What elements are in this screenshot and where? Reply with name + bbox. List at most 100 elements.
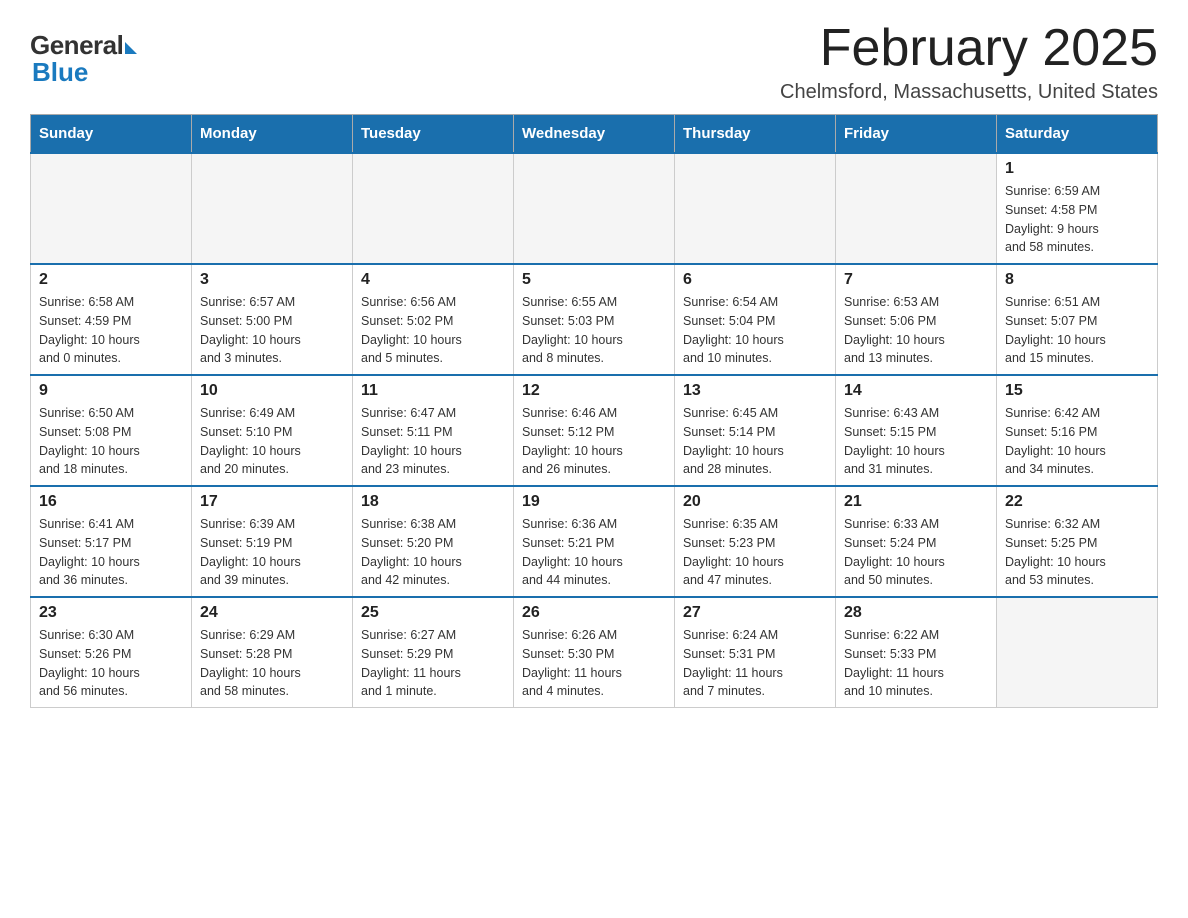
calendar-cell: 28Sunrise: 6:22 AM Sunset: 5:33 PM Dayli…: [836, 597, 997, 708]
day-info: Sunrise: 6:35 AM Sunset: 5:23 PM Dayligh…: [683, 515, 827, 590]
day-number: 6: [683, 271, 827, 289]
week-row-4: 16 Sunrise: 6:41 AM Sunset: 5:17 PM Dayli…: [31, 486, 1158, 597]
day-number: 2: [39, 271, 183, 289]
calendar-cell: 23Sunrise: 6:30 AM Sunset: 5:26 PM Dayli…: [31, 597, 192, 708]
day-number: 17: [200, 493, 344, 511]
day-number: 25: [361, 604, 505, 622]
day-info: Sunrise: 6:59 AM Sunset: 4:58 PM Dayligh…: [1005, 182, 1149, 257]
month-title: February 2025: [780, 20, 1158, 77]
day-number: 12: [522, 382, 666, 400]
day-info: Sunrise: 6:30 AM Sunset: 5:26 PM Dayligh…: [39, 626, 183, 701]
day-number: 10: [200, 382, 344, 400]
calendar-cell: 20 Sunrise: 6:35 AM Sunset: 5:23 PM Dayli…: [675, 486, 836, 597]
weekday-header-wednesday: Wednesday: [514, 115, 675, 154]
day-number: 16: [39, 493, 183, 511]
calendar-cell: 1 Sunrise: 6:59 AM Sunset: 4:58 PM Daylig…: [997, 153, 1158, 264]
day-info: Sunrise: 6:50 AM Sunset: 5:08 PM Dayligh…: [39, 404, 183, 479]
logo-arrow-icon: [125, 42, 137, 54]
day-info: Sunrise: 6:33 AM Sunset: 5:24 PM Dayligh…: [844, 515, 988, 590]
calendar-cell: 9 Sunrise: 6:50 AM Sunset: 5:08 PM Daylig…: [31, 375, 192, 486]
weekday-header-thursday: Thursday: [675, 115, 836, 154]
day-info: Sunrise: 6:55 AM Sunset: 5:03 PM Dayligh…: [522, 293, 666, 368]
day-info: Sunrise: 6:42 AM Sunset: 5:16 PM Dayligh…: [1005, 404, 1149, 479]
day-info: Sunrise: 6:54 AM Sunset: 5:04 PM Dayligh…: [683, 293, 827, 368]
calendar-cell: [997, 597, 1158, 708]
day-number: 18: [361, 493, 505, 511]
week-row-5: 23Sunrise: 6:30 AM Sunset: 5:26 PM Dayli…: [31, 597, 1158, 708]
day-number: 19: [522, 493, 666, 511]
calendar-cell: 21 Sunrise: 6:33 AM Sunset: 5:24 PM Dayli…: [836, 486, 997, 597]
page-header: General Blue February 2025 Chelmsford, M…: [30, 20, 1158, 104]
title-section: February 2025 Chelmsford, Massachusetts,…: [780, 20, 1158, 104]
calendar-cell: 12 Sunrise: 6:46 AM Sunset: 5:12 PM Dayli…: [514, 375, 675, 486]
calendar-cell: 16 Sunrise: 6:41 AM Sunset: 5:17 PM Dayli…: [31, 486, 192, 597]
calendar-cell: [514, 153, 675, 264]
weekday-header-monday: Monday: [192, 115, 353, 154]
day-number: 21: [844, 493, 988, 511]
weekday-header-saturday: Saturday: [997, 115, 1158, 154]
day-info: Sunrise: 6:24 AM Sunset: 5:31 PM Dayligh…: [683, 626, 827, 701]
day-info: Sunrise: 6:53 AM Sunset: 5:06 PM Dayligh…: [844, 293, 988, 368]
calendar-cell: [675, 153, 836, 264]
day-info: Sunrise: 6:39 AM Sunset: 5:19 PM Dayligh…: [200, 515, 344, 590]
calendar-cell: [192, 153, 353, 264]
day-info: Sunrise: 6:27 AM Sunset: 5:29 PM Dayligh…: [361, 626, 505, 701]
logo: General Blue: [30, 30, 137, 88]
calendar-cell: 15 Sunrise: 6:42 AM Sunset: 5:16 PM Dayli…: [997, 375, 1158, 486]
calendar-cell: 3Sunrise: 6:57 AM Sunset: 5:00 PM Daylig…: [192, 264, 353, 375]
day-number: 11: [361, 382, 505, 400]
calendar-cell: [836, 153, 997, 264]
day-number: 4: [361, 271, 505, 289]
calendar-cell: 4 Sunrise: 6:56 AM Sunset: 5:02 PM Daylig…: [353, 264, 514, 375]
day-info: Sunrise: 6:58 AM Sunset: 4:59 PM Dayligh…: [39, 293, 183, 368]
weekday-header-row: SundayMondayTuesdayWednesdayThursdayFrid…: [31, 115, 1158, 154]
day-info: Sunrise: 6:36 AM Sunset: 5:21 PM Dayligh…: [522, 515, 666, 590]
week-row-1: 1 Sunrise: 6:59 AM Sunset: 4:58 PM Daylig…: [31, 153, 1158, 264]
day-number: 26: [522, 604, 666, 622]
day-number: 9: [39, 382, 183, 400]
calendar-cell: 26Sunrise: 6:26 AM Sunset: 5:30 PM Dayli…: [514, 597, 675, 708]
calendar-cell: 25 Sunrise: 6:27 AM Sunset: 5:29 PM Dayli…: [353, 597, 514, 708]
calendar-cell: 14Sunrise: 6:43 AM Sunset: 5:15 PM Dayli…: [836, 375, 997, 486]
calendar-cell: 22 Sunrise: 6:32 AM Sunset: 5:25 PM Dayli…: [997, 486, 1158, 597]
calendar-cell: 2 Sunrise: 6:58 AM Sunset: 4:59 PM Daylig…: [31, 264, 192, 375]
day-info: Sunrise: 6:41 AM Sunset: 5:17 PM Dayligh…: [39, 515, 183, 590]
day-info: Sunrise: 6:22 AM Sunset: 5:33 PM Dayligh…: [844, 626, 988, 701]
day-info: Sunrise: 6:29 AM Sunset: 5:28 PM Dayligh…: [200, 626, 344, 701]
day-number: 22: [1005, 493, 1149, 511]
day-info: Sunrise: 6:51 AM Sunset: 5:07 PM Dayligh…: [1005, 293, 1149, 368]
day-number: 8: [1005, 271, 1149, 289]
calendar-cell: [353, 153, 514, 264]
day-number: 1: [1005, 160, 1149, 178]
day-info: Sunrise: 6:45 AM Sunset: 5:14 PM Dayligh…: [683, 404, 827, 479]
day-number: 3: [200, 271, 344, 289]
calendar-cell: 10 Sunrise: 6:49 AM Sunset: 5:10 PM Dayli…: [192, 375, 353, 486]
day-info: Sunrise: 6:46 AM Sunset: 5:12 PM Dayligh…: [522, 404, 666, 479]
day-info: Sunrise: 6:47 AM Sunset: 5:11 PM Dayligh…: [361, 404, 505, 479]
weekday-header-sunday: Sunday: [31, 115, 192, 154]
calendar-cell: 5 Sunrise: 6:55 AM Sunset: 5:03 PM Daylig…: [514, 264, 675, 375]
calendar-cell: 24Sunrise: 6:29 AM Sunset: 5:28 PM Dayli…: [192, 597, 353, 708]
day-number: 7: [844, 271, 988, 289]
day-number: 20: [683, 493, 827, 511]
day-number: 15: [1005, 382, 1149, 400]
calendar-cell: 17 Sunrise: 6:39 AM Sunset: 5:19 PM Dayli…: [192, 486, 353, 597]
day-number: 13: [683, 382, 827, 400]
week-row-3: 9 Sunrise: 6:50 AM Sunset: 5:08 PM Daylig…: [31, 375, 1158, 486]
day-number: 27: [683, 604, 827, 622]
calendar-table: SundayMondayTuesdayWednesdayThursdayFrid…: [30, 114, 1158, 708]
weekday-header-tuesday: Tuesday: [353, 115, 514, 154]
calendar-cell: [31, 153, 192, 264]
weekday-header-friday: Friday: [836, 115, 997, 154]
day-info: Sunrise: 6:56 AM Sunset: 5:02 PM Dayligh…: [361, 293, 505, 368]
calendar-cell: 27 Sunrise: 6:24 AM Sunset: 5:31 PM Dayli…: [675, 597, 836, 708]
day-info: Sunrise: 6:38 AM Sunset: 5:20 PM Dayligh…: [361, 515, 505, 590]
day-info: Sunrise: 6:49 AM Sunset: 5:10 PM Dayligh…: [200, 404, 344, 479]
day-number: 5: [522, 271, 666, 289]
week-row-2: 2 Sunrise: 6:58 AM Sunset: 4:59 PM Daylig…: [31, 264, 1158, 375]
day-info: Sunrise: 6:32 AM Sunset: 5:25 PM Dayligh…: [1005, 515, 1149, 590]
location-subtitle: Chelmsford, Massachusetts, United States: [780, 81, 1158, 104]
calendar-cell: 7 Sunrise: 6:53 AM Sunset: 5:06 PM Daylig…: [836, 264, 997, 375]
calendar-cell: 18 Sunrise: 6:38 AM Sunset: 5:20 PM Dayli…: [353, 486, 514, 597]
calendar-cell: 11 Sunrise: 6:47 AM Sunset: 5:11 PM Dayli…: [353, 375, 514, 486]
